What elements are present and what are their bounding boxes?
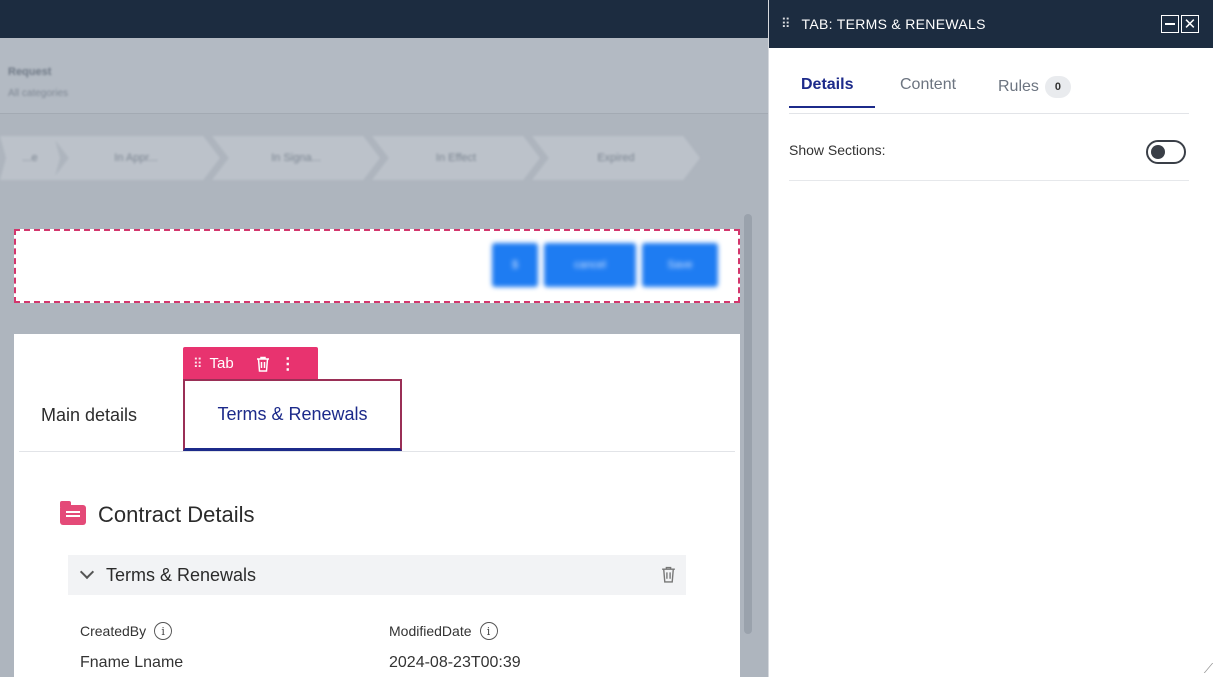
drag-handle-icon[interactable]: ⠿ (781, 16, 790, 32)
background-title: Request (8, 66, 52, 78)
show-sections-label: Show Sections: (789, 142, 886, 158)
tab-content[interactable]: Content (900, 76, 956, 94)
count-badge: 0 (1044, 76, 1071, 98)
field-label-createdby: CreatedBy i (80, 622, 173, 640)
tab-rules[interactable]: Rules 0 (998, 76, 1071, 98)
form-card: ⠿ Tab ⋮ Main details Terms & Renewals Co… (14, 334, 740, 677)
trash-icon[interactable] (256, 356, 270, 372)
field-value-createdby: Fname Lname (80, 654, 184, 671)
stage-item: In Effect (372, 136, 540, 180)
panel-title: TAB: TERMS & RENEWALS (801, 16, 986, 32)
info-icon[interactable]: i (479, 622, 498, 640)
divider (789, 180, 1189, 181)
active-tab-indicator (789, 106, 875, 108)
background-subtitle: All categories (8, 88, 69, 99)
more-options-icon[interactable]: ⋮ (280, 354, 296, 374)
accordion-title: Terms & Renewals (106, 564, 257, 585)
properties-panel: ⠿ TAB: TERMS & RENEWALS ✕ Details Conten… (768, 0, 1213, 677)
info-icon[interactable]: i (154, 622, 173, 640)
chevron-down-icon[interactable] (79, 564, 95, 580)
tab-bar: Main details Terms & Renewals (19, 379, 735, 452)
field-label-text: CreatedBy (80, 623, 147, 639)
drag-handle-icon[interactable]: ⠿ (193, 356, 202, 372)
section-header: Contract Details (60, 501, 255, 528)
tab-label: Rules (998, 78, 1039, 95)
tab-terms-renewals[interactable]: Terms & Renewals (183, 379, 402, 451)
tab-label: Content (900, 76, 957, 93)
tab-details[interactable]: Details (801, 76, 853, 94)
stage-item: In Signa... (212, 136, 380, 180)
stage-item: Expired (532, 136, 700, 180)
background-header: Request All categories (0, 38, 768, 114)
stage-item: In Appr... (52, 136, 220, 180)
trash-icon[interactable] (661, 566, 676, 588)
tab-toolbar-label: Tab (209, 355, 234, 372)
scrollbar[interactable] (744, 214, 752, 634)
blurred-button[interactable]: Save (642, 243, 718, 287)
close-icon[interactable]: ✕ (1181, 15, 1199, 33)
tab-label: Details (801, 76, 854, 93)
blurred-button[interactable]: $ (492, 243, 538, 287)
panel-tabs: Details Content Rules 0 (789, 64, 1189, 114)
field-label-text: ModifiedDate (389, 623, 472, 639)
folder-icon (60, 501, 86, 525)
tab-toolbar[interactable]: ⠿ Tab ⋮ (183, 347, 318, 380)
selected-region[interactable]: $ cancel Save (14, 229, 740, 303)
field-label-modifieddate: ModifiedDate i (389, 622, 498, 640)
tab-main-details[interactable]: Main details (41, 380, 137, 450)
stage-item: ...e (0, 136, 60, 180)
section-title: Contract Details (98, 502, 255, 527)
accordion-header[interactable]: Terms & Renewals (68, 555, 686, 595)
minimize-icon[interactable] (1161, 15, 1179, 33)
field-value-modifieddate: 2024-08-23T00:39 (389, 654, 521, 671)
show-sections-toggle[interactable] (1146, 140, 1186, 164)
resize-handle-icon[interactable] (1194, 663, 1213, 673)
action-buttons: $ cancel Save (492, 243, 718, 287)
stage-path: ...e In Appr... In Signa... In Effect Ex… (0, 136, 760, 180)
blurred-button[interactable]: cancel (544, 243, 636, 287)
panel-header[interactable]: ⠿ TAB: TERMS & RENEWALS ✕ (769, 0, 1213, 48)
